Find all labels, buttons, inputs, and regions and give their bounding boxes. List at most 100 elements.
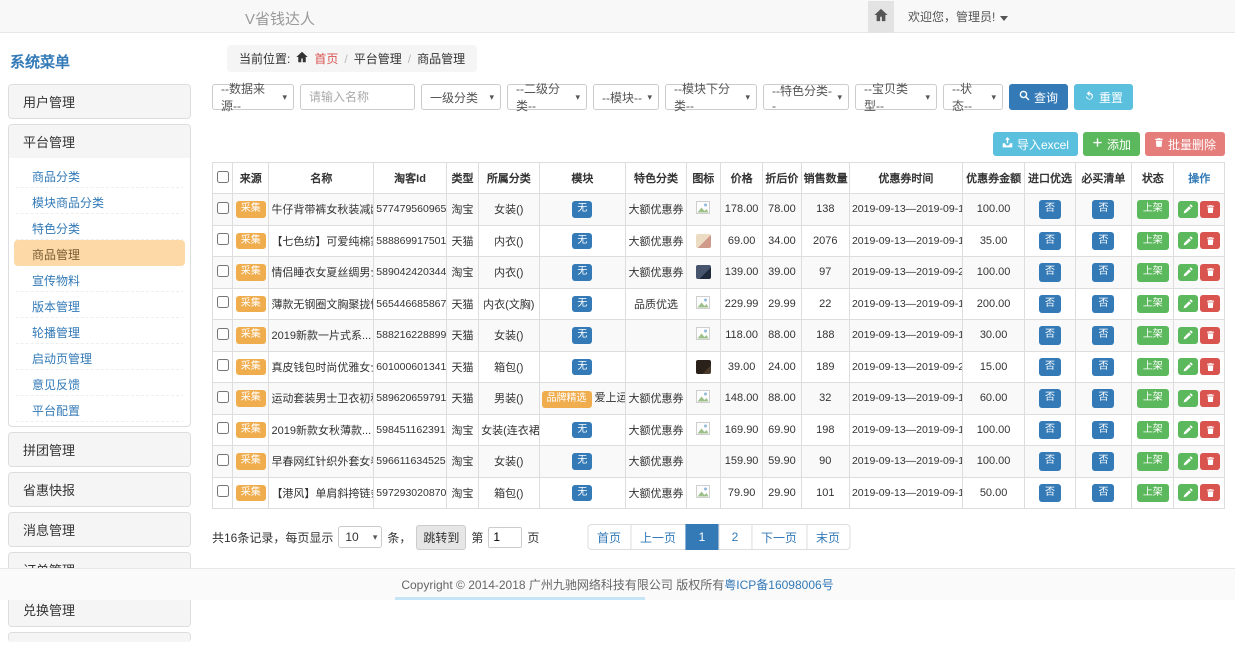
must-buy-toggle[interactable]: 否 [1092,358,1114,377]
imported-toggle[interactable]: 否 [1039,389,1061,408]
breadcrumb-home-link[interactable]: 首页 [314,50,338,67]
sidebar-item[interactable]: 模块商品分类 [14,188,185,214]
row-checkbox[interactable] [217,328,229,340]
filter-select[interactable]: --特色分类--▾ [763,84,849,110]
imported-toggle[interactable]: 否 [1039,263,1061,282]
must-buy-toggle[interactable]: 否 [1092,484,1114,503]
delete-button[interactable] [1200,358,1220,375]
page-button[interactable]: 首页 [587,524,631,550]
per-page-select[interactable]: 10▾ [338,526,382,548]
filter-select[interactable]: --二级分类--▾ [507,84,587,110]
row-checkbox[interactable] [217,202,229,214]
jump-button[interactable]: 跳转到 [416,525,466,550]
row-checkbox[interactable] [217,296,229,308]
filter-select[interactable]: --模块下分类--▾ [665,84,757,110]
status-toggle[interactable]: 上架 [1137,263,1169,282]
status-toggle[interactable]: 上架 [1137,326,1169,345]
data-source-select[interactable]: --数据来源--▾ [212,84,294,110]
delete-button[interactable] [1200,327,1220,344]
imported-toggle[interactable]: 否 [1039,232,1061,251]
imported-toggle[interactable]: 否 [1039,295,1061,314]
must-buy-toggle[interactable]: 否 [1092,389,1114,408]
home-button[interactable] [868,1,894,33]
must-buy-toggle[interactable]: 否 [1092,421,1114,440]
sidebar-item[interactable]: 宣传物料 [14,266,185,292]
user-menu[interactable]: 欢迎您，管理员! [908,8,1008,25]
status-toggle[interactable]: 上架 [1137,421,1169,440]
imported-toggle[interactable]: 否 [1039,326,1061,345]
status-toggle[interactable]: 上架 [1137,389,1169,408]
delete-button[interactable] [1200,201,1220,218]
edit-button[interactable] [1178,295,1198,312]
imported-toggle[interactable]: 否 [1039,358,1061,377]
edit-button[interactable] [1178,358,1198,375]
must-buy-toggle[interactable]: 否 [1092,452,1114,471]
status-toggle[interactable]: 上架 [1137,452,1169,471]
row-checkbox[interactable] [217,265,229,277]
delete-button[interactable] [1200,453,1220,470]
delete-button[interactable] [1200,295,1220,312]
edit-button[interactable] [1178,453,1198,470]
filter-select[interactable]: --模块--▾ [593,84,659,110]
status-toggle[interactable]: 上架 [1137,232,1169,251]
filter-select[interactable]: --宝贝类型--▾ [855,84,937,110]
imported-toggle[interactable]: 否 [1039,421,1061,440]
sidebar-item[interactable]: 平台配置 [14,396,185,422]
delete-button[interactable] [1200,390,1220,407]
delete-button[interactable] [1200,264,1220,281]
imported-toggle[interactable]: 否 [1039,200,1061,219]
edit-button[interactable] [1178,484,1198,501]
sidebar-section-header[interactable]: 用户管理 [9,85,190,118]
edit-button[interactable] [1178,232,1198,249]
must-buy-toggle[interactable]: 否 [1092,326,1114,345]
search-button[interactable]: 查询 [1009,84,1068,110]
row-checkbox[interactable] [217,422,229,434]
add-button[interactable]: 添加 [1083,132,1140,156]
row-checkbox[interactable] [217,391,229,403]
status-toggle[interactable]: 上架 [1137,484,1169,503]
edit-button[interactable] [1178,327,1198,344]
sidebar-item[interactable]: 轮播管理 [14,318,185,344]
edit-button[interactable] [1178,201,1198,218]
sidebar-item[interactable]: 版本管理 [14,292,185,318]
page-button[interactable]: 1 [685,524,719,550]
sidebar-item[interactable]: 商品管理 [14,240,185,266]
delete-button[interactable] [1200,484,1220,501]
batch-delete-button[interactable]: 批量删除 [1145,132,1225,156]
edit-button[interactable] [1178,390,1198,407]
icp-link[interactable]: 粤ICP备16098006号 [724,576,833,593]
edit-button[interactable] [1178,264,1198,281]
sidebar-section-header[interactable]: 省惠快报 [9,473,190,506]
sidebar-item[interactable]: 启动页管理 [14,344,185,370]
import-excel-button[interactable]: 导入excel [993,132,1078,156]
sidebar-section-header[interactable]: 拼团管理 [9,433,190,466]
must-buy-toggle[interactable]: 否 [1092,295,1114,314]
page-button[interactable]: 末页 [806,524,850,550]
imported-toggle[interactable]: 否 [1039,484,1061,503]
imported-toggle[interactable]: 否 [1039,452,1061,471]
row-checkbox[interactable] [217,233,229,245]
page-button[interactable]: 上一页 [630,524,686,550]
sidebar-section-header[interactable]: 消息管理 [9,513,190,546]
status-toggle[interactable]: 上架 [1137,295,1169,314]
must-buy-toggle[interactable]: 否 [1092,263,1114,282]
sidebar-section-header[interactable]: 平台管理 [9,125,190,158]
edit-button[interactable] [1178,421,1198,438]
reset-button[interactable]: 重置 [1074,84,1133,110]
row-checkbox[interactable] [217,485,229,497]
select-all-checkbox[interactable] [217,171,229,183]
jump-page-input[interactable] [488,527,522,548]
delete-button[interactable] [1200,232,1220,249]
sidebar-item[interactable]: 特色分类 [14,214,185,240]
page-button[interactable]: 下一页 [751,524,807,550]
delete-button[interactable] [1200,421,1220,438]
sidebar-item[interactable]: 意见反馈 [14,370,185,396]
status-toggle[interactable]: 上架 [1137,200,1169,219]
page-button[interactable]: 2 [718,524,752,550]
filter-select[interactable]: 一级分类▾ [421,84,501,110]
must-buy-toggle[interactable]: 否 [1092,200,1114,219]
filter-select[interactable]: --状态--▾ [943,84,1003,110]
must-buy-toggle[interactable]: 否 [1092,232,1114,251]
sidebar-section-header[interactable]: 统计管理 [9,633,190,642]
row-checkbox[interactable] [217,359,229,371]
